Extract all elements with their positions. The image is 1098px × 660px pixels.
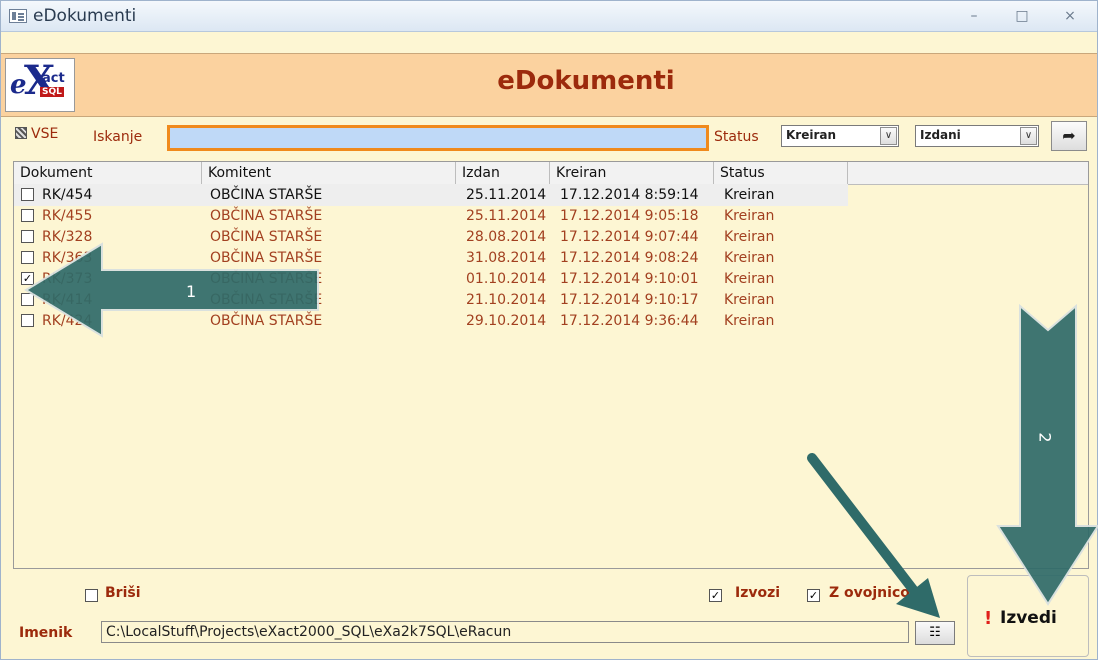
filter-bar: VSE Iskanje Status Kreiran ∨ Izdani ∨ ➦ [1,117,1097,157]
izvedi-label: Izvedi [1000,608,1057,628]
cell-dokument: RK/414 [42,292,93,308]
cell-komitent: OBČINA STARŠE [210,313,323,329]
row-checkbox[interactable] [21,251,34,264]
form-header: e X act SQL eDokumenti [1,53,1097,117]
cell-izdan: 29.10.2014 [466,313,547,329]
row-checkbox[interactable] [21,230,34,243]
status-label: Status [714,129,759,145]
directory-path-field[interactable]: C:\LocalStuff\Projects\eXact2000_SQL\eXa… [101,621,909,643]
documents-list[interactable]: Dokument Komitent Izdan Kreiran Status R… [13,161,1089,569]
annotation-label-2: 2 [1035,432,1055,443]
ovojnico-label[interactable]: Z ovojnico [829,585,910,601]
window-title: eDokumenti [33,6,137,26]
table-row[interactable]: ✓ RK/373 OBČINA STARŠE 01.10.2014 17.12.2014… [14,268,848,290]
search-label: Iskanje [93,129,143,145]
izvozi-checkbox[interactable]: ✓ [709,589,722,602]
cell-komitent: OBČINA STARŠE [210,229,323,245]
table-row[interactable]: RK/455 OBČINA STARŠE 25.11.2014 17.12.2014 … [14,205,848,227]
column-header-status[interactable]: Status [714,162,848,184]
brisi-checkbox[interactable] [85,589,98,602]
cell-status: Kreiran [724,229,775,245]
search-input[interactable] [167,125,709,151]
cell-izdan: 25.11.2014 [466,187,547,203]
cell-izdan: 01.10.2014 [466,271,547,287]
cell-status: Kreiran [724,292,775,308]
table-row[interactable]: RK/328 OBČINA STARŠE 28.08.2014 17.12.2014 … [14,226,848,248]
cell-kreiran: 17.12.2014 9:08:24 [560,250,699,266]
vse-label[interactable]: VSE [31,126,58,142]
folder-tree-icon: ☷ [929,625,941,640]
cell-izdan: 31.08.2014 [466,250,547,266]
annotation-label-1: 1 [186,282,197,301]
document-type-combo[interactable]: Izdani ∨ [915,125,1039,147]
cell-izdan: 25.11.2014 [466,208,547,224]
cell-status: Kreiran [724,250,775,266]
column-header-kreiran[interactable]: Kreiran [550,162,714,184]
table-row[interactable]: RK/414 OBČINA STARŠE 21.10.2014 17.12.2014 … [14,289,848,311]
cell-status: Kreiran [724,271,775,287]
action-panel: Briši ✓ Izvozi ✓ Z ovojnico Imenik C:\Lo… [1,573,1097,659]
column-header-dokument[interactable]: Dokument [14,162,202,184]
form-icon [9,9,27,23]
ovojnico-checkbox[interactable]: ✓ [807,589,820,602]
document-type-combo-value: Izdani [920,128,961,142]
status-combo-value: Kreiran [786,128,837,142]
title-bar: eDokumenti – □ × [1,1,1097,32]
close-button[interactable]: × [1057,7,1083,25]
cell-izdan: 28.08.2014 [466,229,547,245]
list-header: Dokument Komitent Izdan Kreiran Status [14,162,1088,185]
table-row[interactable]: RK/454 OBČINA STARŠE 25.11.2014 17.12.2014 … [14,184,848,206]
cell-kreiran: 17.12.2014 9:05:18 [560,208,699,224]
cell-dokument: RK/455 [42,208,93,224]
exit-button[interactable]: ➦ [1051,121,1087,151]
minimize-button[interactable]: – [961,7,987,25]
izvedi-button[interactable]: ! Izvedi [967,575,1089,657]
cell-kreiran: 17.12.2014 9:10:17 [560,292,699,308]
page-title: eDokumenti [497,66,675,96]
table-row[interactable]: RK/424 OBČINA STARŠE 29.10.2014 17.12.2014 … [14,310,848,332]
imenik-label: Imenik [19,625,73,641]
cell-komitent: OBČINA STARŠE [210,187,323,203]
brisi-label[interactable]: Briši [105,585,141,601]
cell-status: Kreiran [724,313,775,329]
cell-komitent: OBČINA STARŠE [210,250,323,266]
browse-folder-button[interactable]: ☷ [915,621,955,645]
column-header-izdan[interactable]: Izdan [456,162,550,184]
cell-dokument: RK/454 [42,187,93,203]
row-checkbox[interactable] [21,209,34,222]
exact-sql-logo: e X act SQL [5,58,75,112]
vse-toggle-icon[interactable] [15,127,27,139]
column-header-komitent[interactable]: Komitent [202,162,456,184]
cell-komitent: OBČINA STARŠE [210,292,323,308]
row-checkbox[interactable] [21,293,34,306]
maximize-button[interactable]: □ [1009,7,1035,25]
cell-kreiran: 17.12.2014 9:07:44 [560,229,699,245]
izvozi-label[interactable]: Izvozi [735,585,780,601]
cell-kreiran: 17.12.2014 9:10:01 [560,271,699,287]
cell-kreiran: 17.12.2014 8:59:14 [560,187,699,203]
edokumenti-window: eDokumenti – □ × e X act SQL eDokumenti … [0,0,1098,660]
status-combo[interactable]: Kreiran ∨ [781,125,899,147]
chevron-down-icon[interactable]: ∨ [1020,127,1037,145]
row-checkbox[interactable]: ✓ [21,272,34,285]
cell-komitent: OBČINA STARŠE [210,208,323,224]
exclamation-icon: ! [984,608,993,629]
chevron-down-icon[interactable]: ∨ [880,127,897,145]
cell-izdan: 21.10.2014 [466,292,547,308]
exit-door-icon: ➦ [1062,126,1076,145]
cell-dokument: RK/363 [42,250,93,266]
row-checkbox[interactable] [21,314,34,327]
cell-dokument: RK/373 [42,271,93,287]
cell-status: Kreiran [724,208,775,224]
cell-dokument: RK/328 [42,229,93,245]
cell-kreiran: 17.12.2014 9:36:44 [560,313,699,329]
row-checkbox[interactable] [21,188,34,201]
cell-status: Kreiran [724,187,775,203]
cell-komitent: OBČINA STARŠE [210,271,323,287]
table-row[interactable]: RK/363 OBČINA STARŠE 31.08.2014 17.12.2014 … [14,247,848,269]
cell-dokument: RK/424 [42,313,93,329]
